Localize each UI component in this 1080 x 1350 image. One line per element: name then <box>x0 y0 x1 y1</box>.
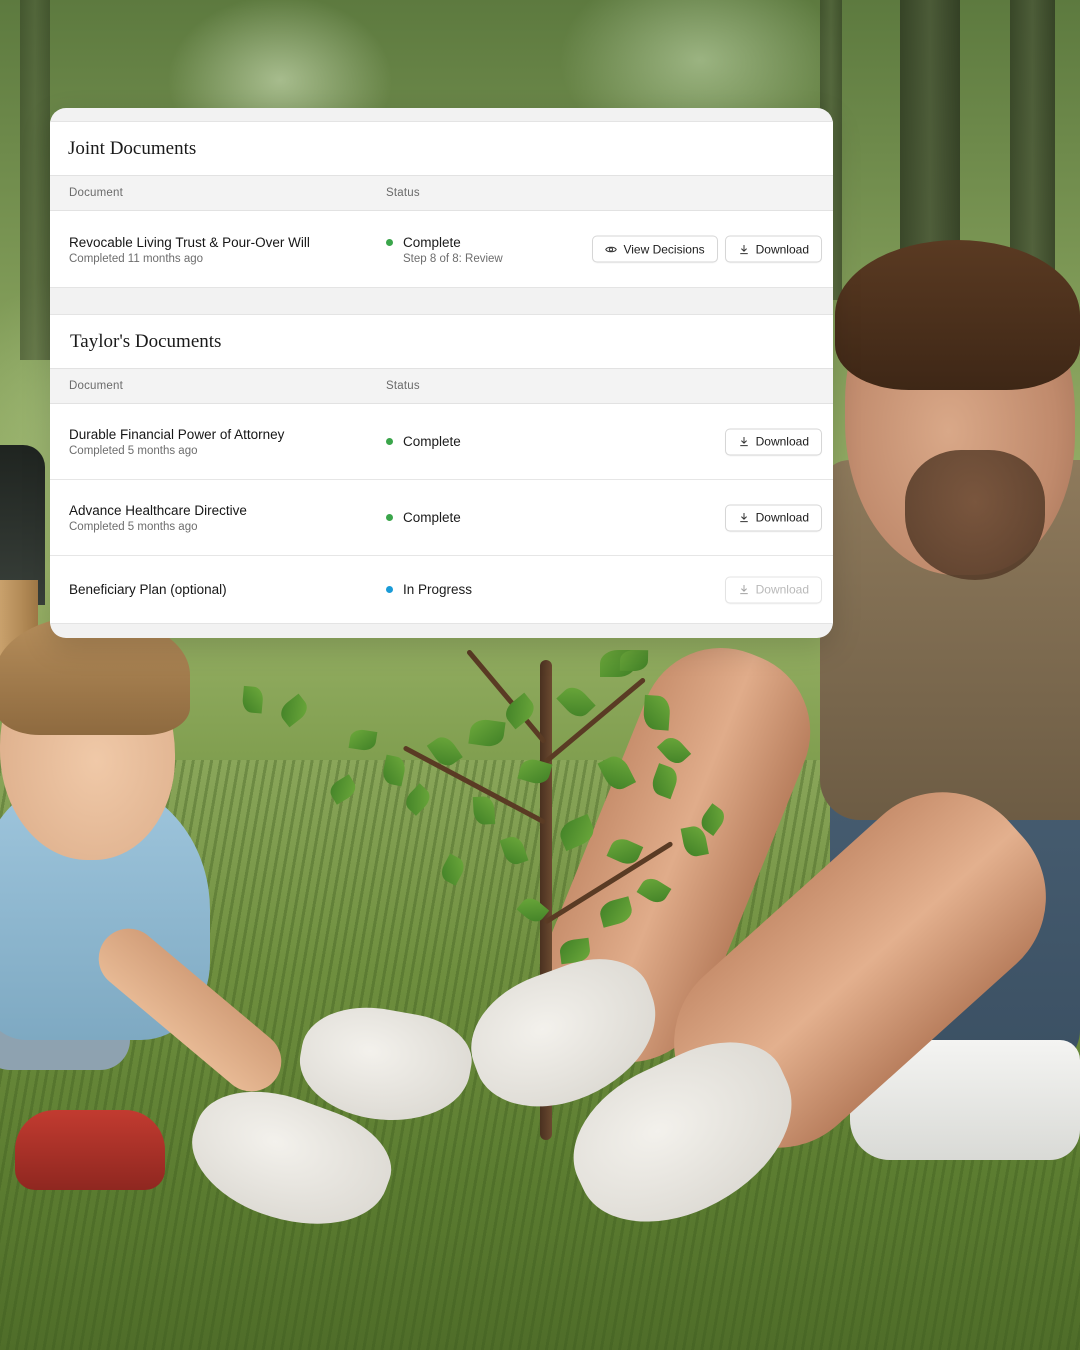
table-header: Document Status <box>50 175 833 211</box>
table-row: Beneficiary Plan (optional) In Progress … <box>50 556 833 623</box>
download-button[interactable]: Download <box>724 235 822 263</box>
download-button[interactable]: Download <box>724 428 822 455</box>
document-cell: Revocable Living Trust & Pour-Over Will … <box>50 234 386 265</box>
status-dot-icon <box>386 586 393 593</box>
document-name: Durable Financial Power of Attorney <box>69 427 285 442</box>
boy-shoe <box>15 1110 165 1190</box>
section-title: Taylor's Documents <box>70 330 222 352</box>
document-cell: Durable Financial Power of Attorney Comp… <box>50 426 386 457</box>
document-completed-date: Completed 5 months ago <box>69 521 198 533</box>
document-name: Beneficiary Plan (optional) <box>69 582 227 597</box>
document-cell: Advance Healthcare Directive Completed 5… <box>50 502 386 533</box>
button-label: Download <box>755 582 809 597</box>
eye-icon <box>605 246 618 252</box>
section-title: Joint Documents <box>68 137 197 159</box>
column-status: Status <box>386 187 420 199</box>
download-button[interactable]: Download <box>724 504 822 531</box>
table-row: Durable Financial Power of Attorney Comp… <box>50 404 833 480</box>
table-header: Document Status <box>50 368 833 404</box>
status-label: In Progress <box>403 582 473 597</box>
row-actions: View Decisions Download <box>592 235 822 263</box>
documents-card: Joint Documents Document Status Revocabl… <box>50 108 833 638</box>
leaf <box>242 685 264 714</box>
button-label: Download <box>755 434 809 449</box>
view-decisions-button[interactable]: View Decisions <box>592 235 718 263</box>
status-cell: Complete <box>386 433 461 450</box>
status-label: Complete <box>403 434 461 449</box>
button-label: Download <box>755 242 809 256</box>
taylors-documents-section: Taylor's Documents Document Status Durab… <box>50 314 833 624</box>
document-name: Revocable Living Trust & Pour-Over Will <box>69 234 310 250</box>
download-button-disabled[interactable]: Download <box>724 576 822 603</box>
status-cell: Complete <box>386 509 461 526</box>
row-actions: Download <box>724 576 822 603</box>
table-row: Advance Healthcare Directive Completed 5… <box>50 480 833 556</box>
table-row: Revocable Living Trust & Pour-Over Will … <box>50 211 833 287</box>
download-icon <box>739 437 748 447</box>
status-label: Complete <box>403 234 461 250</box>
download-icon <box>739 513 748 523</box>
document-cell: Beneficiary Plan (optional) <box>50 581 386 598</box>
man-hair <box>835 240 1080 390</box>
tree-trunk <box>20 0 50 360</box>
row-actions: Download <box>724 428 822 455</box>
status-step: Step 8 of 8: Review <box>403 252 503 265</box>
status-dot-icon <box>386 238 393 246</box>
status-dot-icon <box>386 514 393 521</box>
status-cell: In Progress <box>386 581 472 598</box>
download-icon <box>739 585 748 595</box>
joint-documents-section: Joint Documents Document Status Revocabl… <box>50 121 833 288</box>
status-label: Complete <box>403 510 461 525</box>
column-document: Document <box>69 187 124 199</box>
status-dot-icon <box>386 438 393 445</box>
button-label: Download <box>755 510 809 525</box>
document-completed-date: Completed 11 months ago <box>69 252 204 265</box>
man-beard <box>905 450 1045 580</box>
button-label: View Decisions <box>623 242 705 256</box>
status-cell: Complete Step 8 of 8: Review <box>386 234 503 265</box>
column-status: Status <box>386 380 420 392</box>
column-document: Document <box>69 380 124 392</box>
row-actions: Download <box>724 504 822 531</box>
download-icon <box>739 244 748 254</box>
document-name: Advance Healthcare Directive <box>69 503 247 518</box>
document-completed-date: Completed 5 months ago <box>69 445 198 457</box>
leaf <box>643 694 671 731</box>
